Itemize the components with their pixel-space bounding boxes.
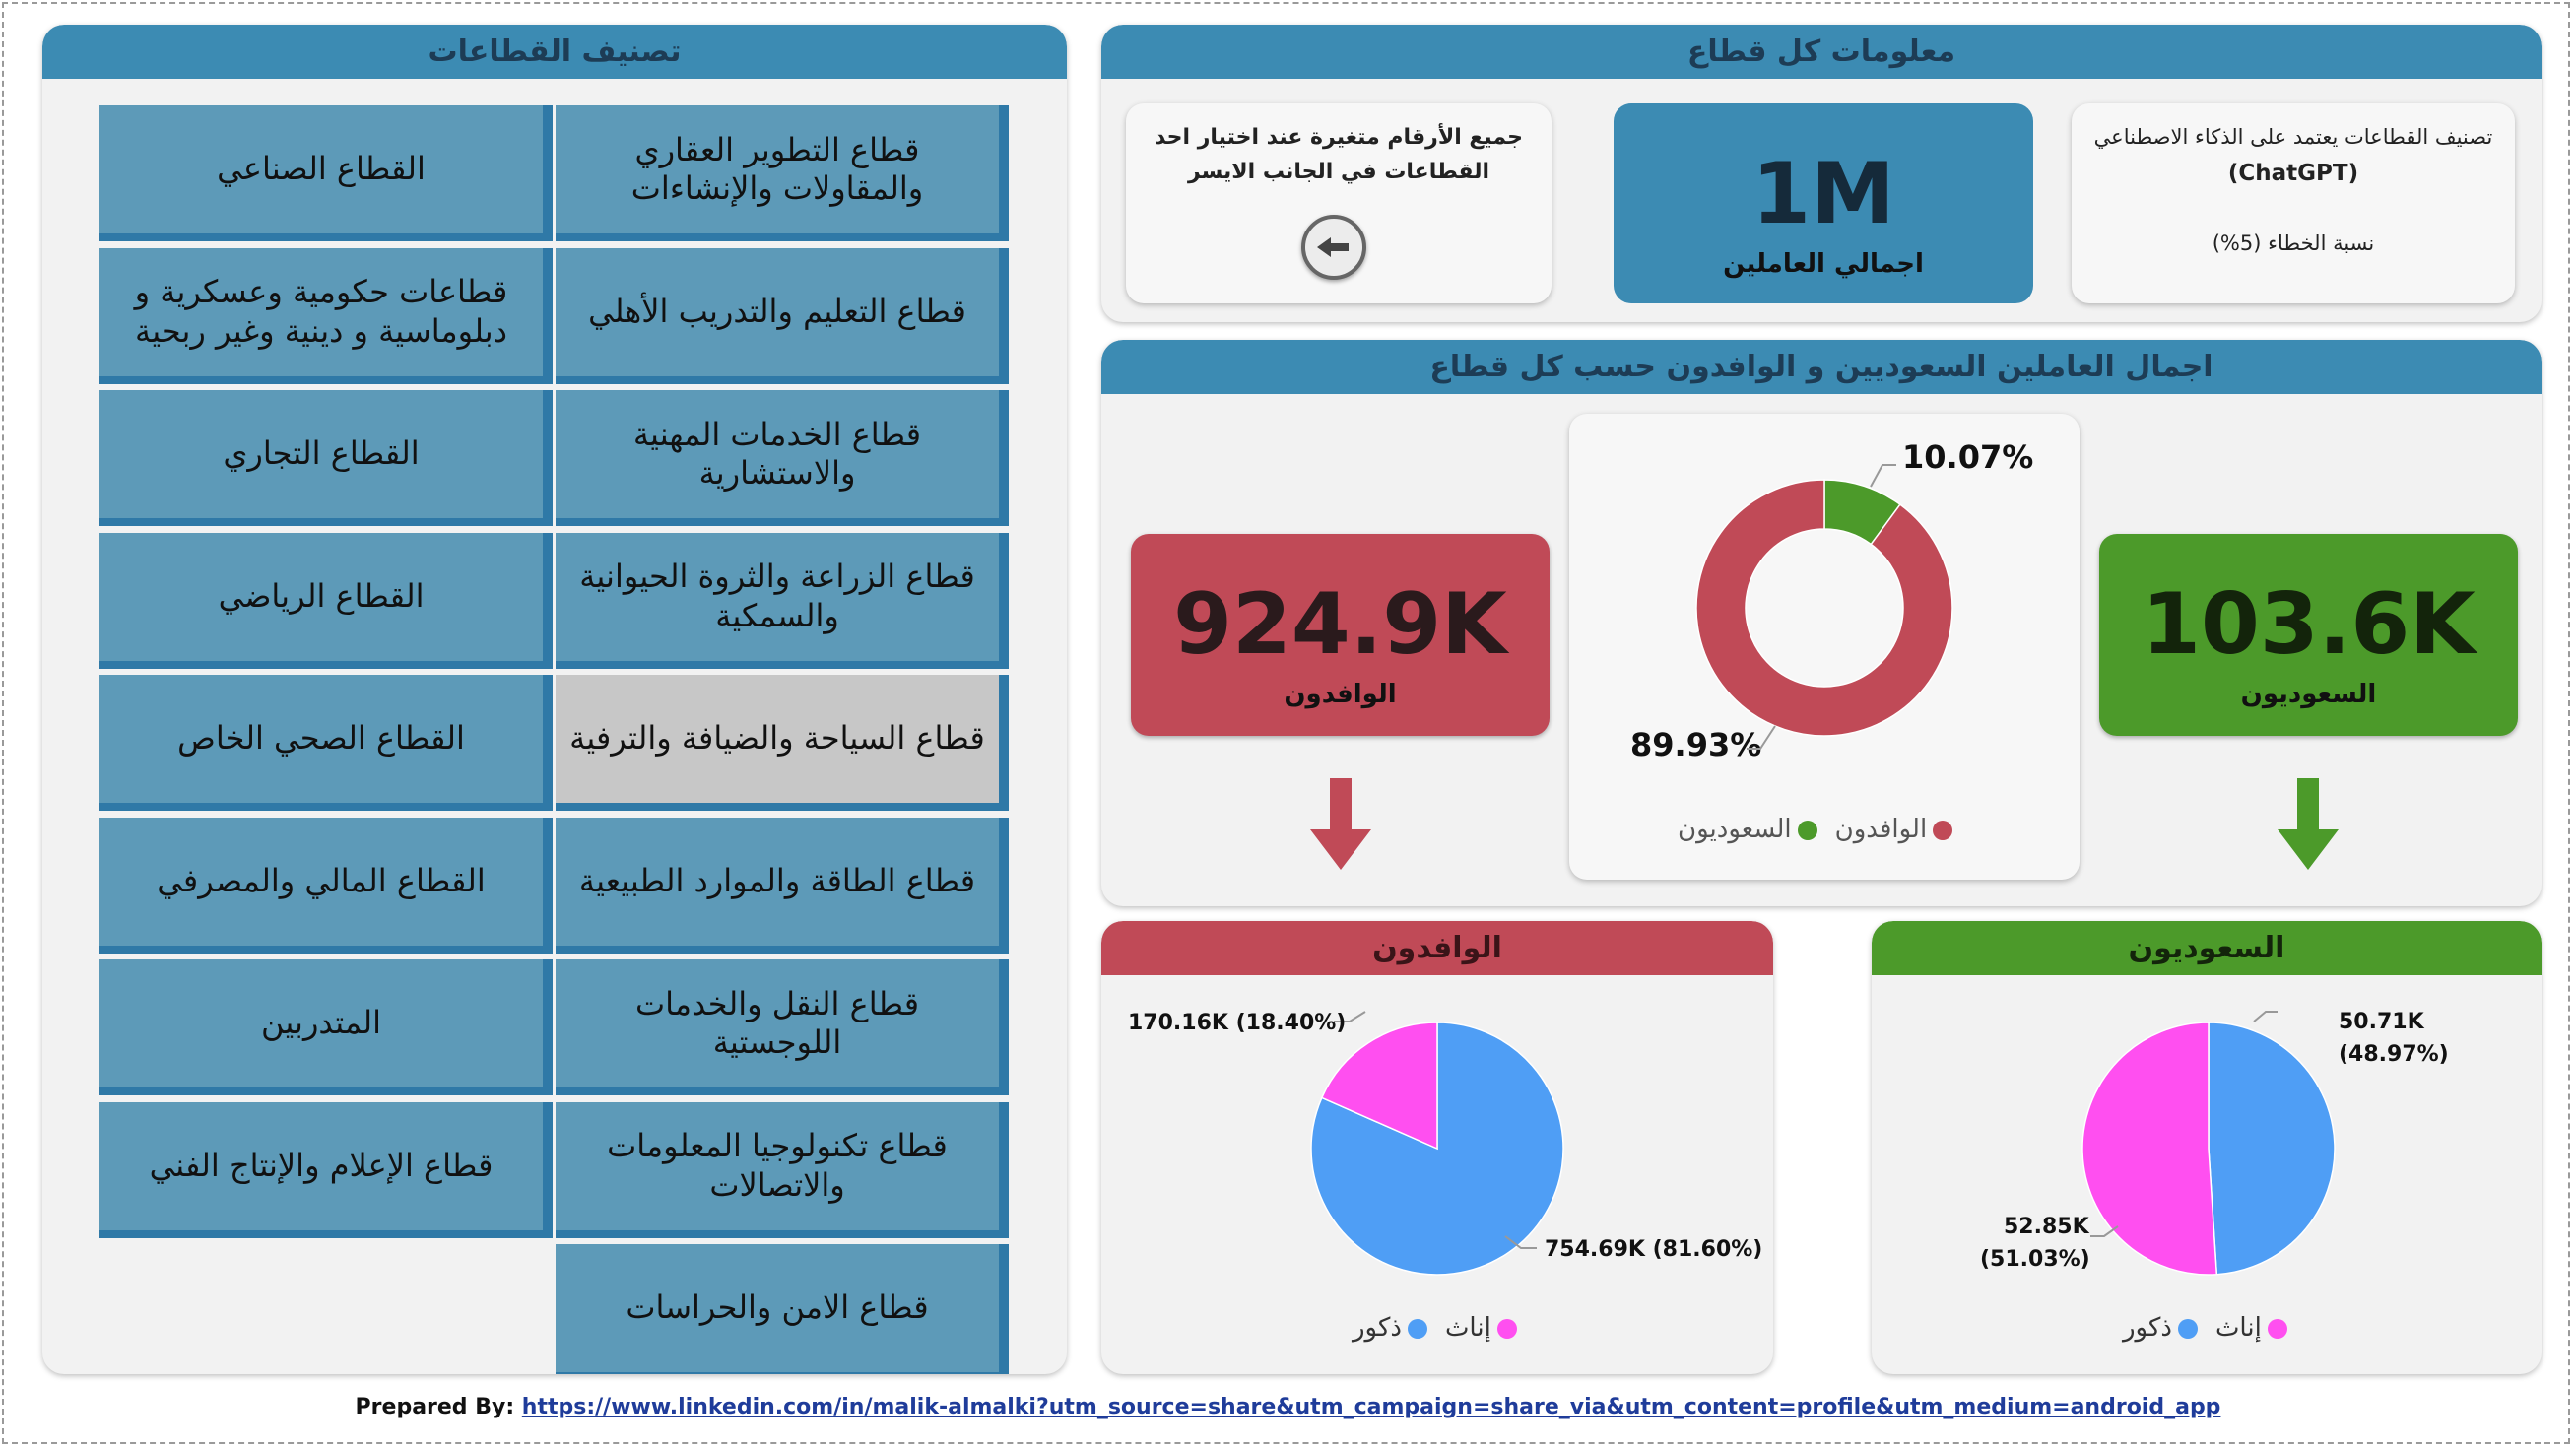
workers-panel-title: اجمال العاملين السعوديين و الوافدون حسب … [1101, 340, 2542, 394]
expat-legend-dot-female [1496, 1318, 1517, 1339]
footer-link[interactable]: https://www.linkedin.com/in/malik-almalk… [522, 1395, 2221, 1419]
ai-note-line2: (ChatGPT) [2227, 161, 2359, 186]
legend-item-saudi: السعوديون [1678, 815, 1817, 844]
expat-kpi-card: 924.9K الوافدون [1131, 534, 1550, 736]
expat-legend-male-label: ذكور [1353, 1313, 1402, 1343]
ai-note-line3: نسبة الخطاء (5%) [2212, 231, 2375, 255]
expat-gender-pie-chart: 170.16K (18.40%) 754.69K (81.60%) [1128, 1011, 1762, 1276]
total-workers-card: 1M اجمالي العاملين [1614, 103, 2033, 303]
down-arrow-red-icon [1310, 778, 1371, 870]
donut-slice-0[interactable] [1695, 479, 1953, 737]
saudi-gender-legend: إناث ذكور [2123, 1313, 2287, 1343]
sector-button[interactable]: قطاع الامن والحراسات [556, 1244, 1009, 1374]
ai-note-line1: تصنيف القطاعات يعتمد على الذكاء الاصطناع… [2093, 125, 2493, 149]
expat-kpi-label: الوافدون [1284, 680, 1397, 709]
saudi-gender-panel: السعوديون 50.71K (48.97%) 52.85K (51.03%… [1872, 921, 2542, 1374]
expat-legend-female: إناث [1445, 1313, 1517, 1343]
down-arrow-green-icon [2278, 778, 2339, 870]
sector-button[interactable]: قطاع السياحة والضيافة والترفية [556, 675, 1009, 811]
sector-button[interactable]: القطاع الرياضي [99, 532, 553, 669]
sector-button[interactable]: قطاعات حكومية وعسكرية و دبلوماسية و ديني… [99, 247, 553, 384]
expat-legend-dot-male [1407, 1318, 1427, 1339]
back-button[interactable] [1301, 215, 1366, 280]
expat-label-male: 754.69K (81.60%) [1545, 1237, 1762, 1262]
saudi-label-male-2: (48.97%) [2339, 1042, 2449, 1067]
saudi-legend-female: إناث [2215, 1313, 2287, 1343]
expat-gender-legend: إناث ذكور [1353, 1313, 1517, 1343]
sector-grid: قطاع التطوير العقاري والمقاولات والإنشاء… [99, 105, 1016, 1374]
selection-note-line1: جميع الأرقام متغيرة عند اختيار احد [1154, 125, 1524, 150]
expat-label-female: 170.16K (18.40%) [1128, 1011, 1346, 1035]
footer-prefix: Prepared By: [355, 1395, 515, 1419]
saudi-kpi-value: 103.6K [2142, 575, 2476, 674]
saudi-legend-dot-male [2177, 1318, 2198, 1339]
sector-button[interactable]: القطاع المالي والمصرفي [99, 817, 553, 954]
legend-dot-expat [1933, 820, 1953, 840]
saudi-legend-male-label: ذكور [2123, 1313, 2172, 1343]
legend-label-expat: الوافدون [1834, 815, 1928, 844]
expat-legend-female-label: إناث [1444, 1313, 1491, 1343]
sector-button[interactable]: القطاع الصحي الخاص [99, 675, 553, 811]
sector-button[interactable]: قطاع التعليم والتدريب الأهلي [556, 247, 1009, 384]
saudi-leader-male [2253, 1011, 2278, 1022]
saudi-gender-pie-chart: 50.71K (48.97%) 52.85K (51.03%) [1980, 1010, 2449, 1276]
sector-panel-title: تصنيف القطاعات [42, 25, 1067, 79]
nationality-donut-chart: 10.07% 89.93% [1630, 438, 2033, 763]
donut-label-saudi: 10.07% [1902, 438, 2033, 476]
sector-button[interactable]: قطاع الخدمات المهنية والاستشارية [556, 390, 1009, 526]
sector-panel: تصنيف القطاعات قطاع التطوير العقاري والم… [42, 25, 1067, 1374]
total-workers-value: 1M [1751, 145, 1895, 243]
arrow-left-icon [1317, 237, 1349, 257]
legend-dot-saudi [1797, 820, 1817, 840]
expat-legend-male: ذكور [1353, 1313, 1427, 1343]
workers-panel: اجمال العاملين السعوديين و الوافدون حسب … [1101, 340, 2542, 906]
sector-button[interactable]: قطاع الطاقة والموارد الطبيعية [556, 817, 1009, 954]
info-panel-title: معلومات كل قطاع [1101, 25, 2542, 79]
sector-button[interactable]: قطاع الزراعة والثروة الحيوانية والسمكية [556, 532, 1009, 669]
selection-note-card: جميع الأرقام متغيرة عند اختيار احد القطا… [1126, 103, 1552, 303]
sector-button[interactable]: قطاع تكنولوجيا المعلومات والاتصالات [556, 1101, 1009, 1238]
saudi-label-female-1: 52.85K [2004, 1215, 2090, 1239]
sector-button[interactable]: القطاع التجاري [99, 390, 553, 526]
expat-kpi-value: 924.9K [1173, 575, 1507, 674]
saudi-pie-slice-0[interactable] [2208, 1022, 2336, 1276]
sector-button[interactable]: المتدربين [99, 959, 553, 1095]
saudi-kpi-card: 103.6K السعوديون [2099, 534, 2518, 736]
saudi-legend-female-label: إناث [2214, 1313, 2262, 1343]
legend-item-expat: الوافدون [1835, 815, 1953, 844]
donut-leader-saudi [1870, 464, 1896, 488]
legend-label-saudi: السعوديون [1678, 815, 1792, 844]
donut-label-expat: 89.93% [1630, 726, 1761, 763]
footer: Prepared By: https://www.linkedin.com/in… [0, 1395, 2576, 1419]
saudi-label-female-2: (51.03%) [1980, 1247, 2090, 1272]
selection-note-line2: القطاعات في الجانب الايسر [1187, 160, 1490, 184]
sector-button[interactable]: القطاع الصناعي [99, 105, 553, 241]
saudi-label-male-1: 50.71K [2339, 1010, 2425, 1034]
ai-classification-card: تصنيف القطاعات يعتمد على الذكاء الاصطناع… [2072, 103, 2515, 303]
saudi-kpi-label: السعوديون [2240, 680, 2377, 709]
expat-gender-panel: الوافدون 170.16K (18.40%) 754.69K (81.60… [1101, 921, 1773, 1374]
saudi-legend-male: ذكور [2123, 1313, 2198, 1343]
donut-legend: الوافدون السعوديون [1678, 815, 1953, 844]
sector-button[interactable]: قطاع التطوير العقاري والمقاولات والإنشاء… [556, 105, 1009, 241]
saudi-legend-dot-female [2267, 1318, 2287, 1339]
donut-card: 10.07% 89.93% الوافدون السعوديون [1569, 414, 2080, 880]
sector-button[interactable]: قطاع الإعلام والإنتاج الفني [99, 1101, 553, 1238]
sector-button[interactable]: قطاع النقل والخدمات اللوجستية [556, 959, 1009, 1095]
total-workers-label: اجمالي العاملين [1723, 249, 1924, 279]
